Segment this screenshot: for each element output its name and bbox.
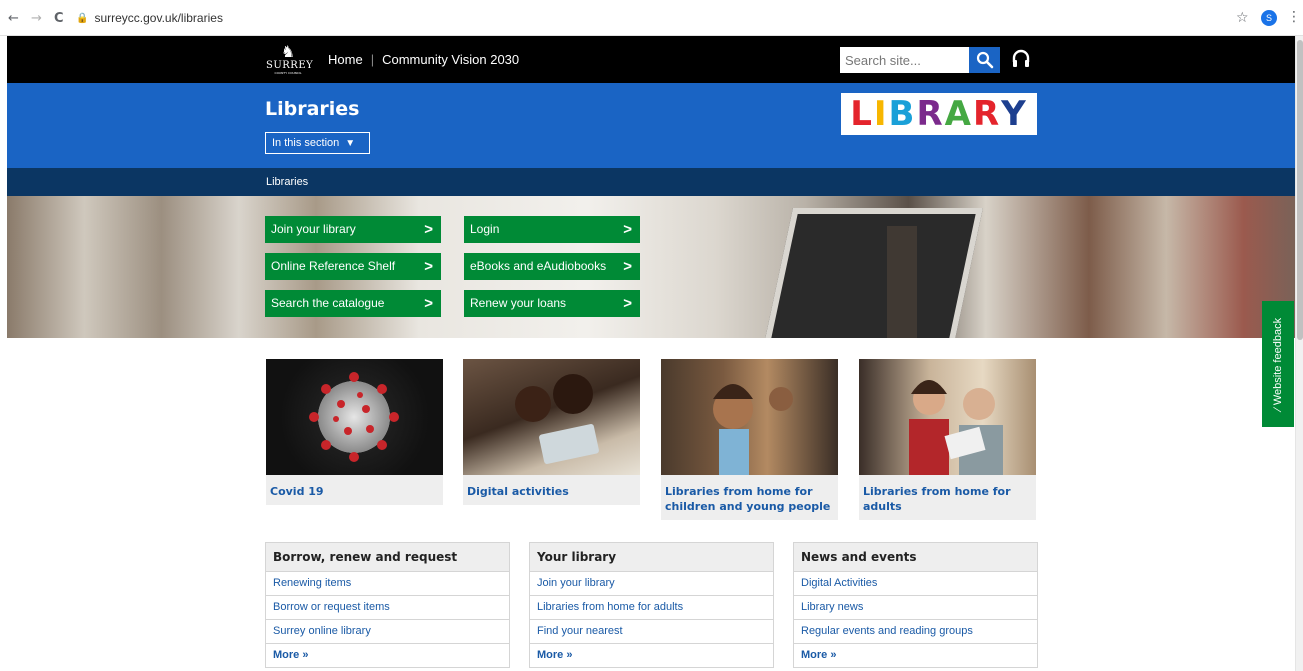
crest-icon: ♞ [280,42,296,61]
search-button[interactable] [969,47,1000,73]
panel-title: Borrow, renew and request [265,542,510,572]
children-tablet-image [463,359,640,475]
panel-link[interactable]: Surrey online library [265,620,510,644]
panel-link[interactable]: Library news [793,596,1038,620]
feedback-label: ∕ Website feedback [1272,318,1284,410]
in-this-section-label: In this section [272,137,340,149]
quick-link-join[interactable]: Join your library > [265,216,441,243]
child-icon [713,384,793,475]
library-logo: LIBRARY [841,93,1037,135]
panel-link[interactable]: Find your nearest [529,620,774,644]
nav-vision-link[interactable]: Community Vision 2030 [382,52,519,67]
search-input[interactable] [840,47,969,73]
quick-link-label: eBooks and eAudiobooks [470,259,607,273]
headphones-icon[interactable] [1012,49,1030,73]
chevron-right-icon: > [623,221,632,238]
card-digital-activities[interactable]: Digital activities [463,359,640,505]
chevron-right-icon: > [623,258,632,275]
card-adults[interactable]: Libraries from home for adults [859,359,1036,520]
quick-link-label: Online Reference Shelf [271,259,396,273]
virus-image [266,359,443,475]
panel-link[interactable]: Renewing items [265,572,510,596]
logo-sub: COUNTY COUNCIL [274,71,302,75]
shelf-shape [887,226,917,338]
back-arrow-icon[interactable]: ← [8,11,19,26]
panel-more-link[interactable]: More » [793,644,1038,668]
panel-link[interactable]: Libraries from home for adults [529,596,774,620]
search-icon [976,51,993,69]
breadcrumb-item[interactable]: Libraries [266,176,308,188]
top-nav: Home | Community Vision 2030 [328,52,519,67]
forward-arrow-icon[interactable]: → [31,11,42,26]
panel-link[interactable]: Regular events and reading groups [793,620,1038,644]
card-title: Digital activities [467,485,569,498]
panel-title: News and events [793,542,1038,572]
chevron-right-icon: > [424,221,433,238]
nav-separator: | [370,52,375,67]
card-title: Covid 19 [270,485,324,498]
browser-toolbar: ← → C 🔒 surreycc.gov.uk/libraries ☆ S ⋮ [0,0,1303,36]
library-logo-letter: B [888,94,917,134]
quick-link-label: Renew your loans [470,296,567,310]
logo-name: SURREY [266,60,314,71]
library-logo-letter: L [850,94,874,134]
chevron-right-icon: > [424,258,433,275]
quick-link-ebooks[interactable]: eBooks and eAudiobooks > [464,253,640,280]
scrollbar-thumb[interactable] [1297,40,1303,340]
library-logo-letter: A [944,94,973,134]
quick-link-login[interactable]: Login > [464,216,640,243]
adults-icon [909,380,1003,475]
panel-link[interactable]: Digital Activities [793,572,1038,596]
more-menu-icon[interactable]: ⋮ [1287,9,1301,25]
library-logo-letter: Y [1001,94,1028,134]
panel-borrow: Borrow, renew and request Renewing items… [265,542,510,668]
quick-link-catalogue[interactable]: Search the catalogue > [265,290,441,317]
quick-link-renew[interactable]: Renew your loans > [464,290,640,317]
card-covid[interactable]: Covid 19 [266,359,443,505]
virus-icon [309,372,399,462]
feedback-text: Website feedback [1272,317,1284,406]
bookmark-star-icon[interactable]: ☆ [1236,10,1249,26]
breadcrumb [7,168,1295,196]
child-excited-image [661,359,838,475]
in-this-section-button[interactable]: In this section ▼ [265,132,370,154]
card-children[interactable]: Libraries from home for children and you… [661,359,838,520]
chevron-right-icon: > [424,295,433,312]
page-scrollbar[interactable] [1295,36,1303,671]
library-logo-letter: R [916,94,945,134]
library-logo-letter: R [972,94,1002,134]
quick-link-label: Search the catalogue [271,296,385,310]
panel-news: News and events Digital Activities Libra… [793,542,1038,668]
children-icon [515,374,599,464]
panel-link[interactable]: Join your library [529,572,774,596]
library-logo-letter: I [873,94,889,134]
site-header [7,36,1295,83]
lock-icon: 🔒 [76,12,89,24]
quick-link-label: Join your library [271,222,356,236]
card-title: Libraries from home for adults [863,485,1011,513]
card-title: Libraries from home for children and you… [665,485,831,513]
panel-more-link[interactable]: More » [265,644,510,668]
address-bar[interactable]: 🔒 surreycc.gov.uk/libraries [76,7,1226,29]
triangle-down-icon: ▼ [345,138,356,149]
chevron-right-icon: > [623,295,632,312]
surrey-logo[interactable]: ♞ SURREY COUNTY COUNCIL [266,42,314,79]
profile-avatar[interactable]: S [1261,10,1277,26]
url-text: surreycc.gov.uk/libraries [94,11,223,25]
adults-tablet-image [859,359,1036,475]
pencil-icon: ∕ [1272,405,1284,411]
panel-more-link[interactable]: More » [529,644,774,668]
panel-your-library: Your library Join your library Libraries… [529,542,774,668]
nav-home-link[interactable]: Home [328,52,363,67]
panel-link[interactable]: Borrow or request items [265,596,510,620]
quick-link-reference-shelf[interactable]: Online Reference Shelf > [265,253,441,280]
page-title: Libraries [265,98,360,120]
tablet-shape [761,208,983,338]
website-feedback-tab[interactable]: ∕ Website feedback [1262,301,1294,427]
hero-image [7,196,1295,338]
reload-icon[interactable]: C [54,11,64,26]
title-band [7,83,1295,168]
quick-link-label: Login [470,222,500,236]
panel-title: Your library [529,542,774,572]
